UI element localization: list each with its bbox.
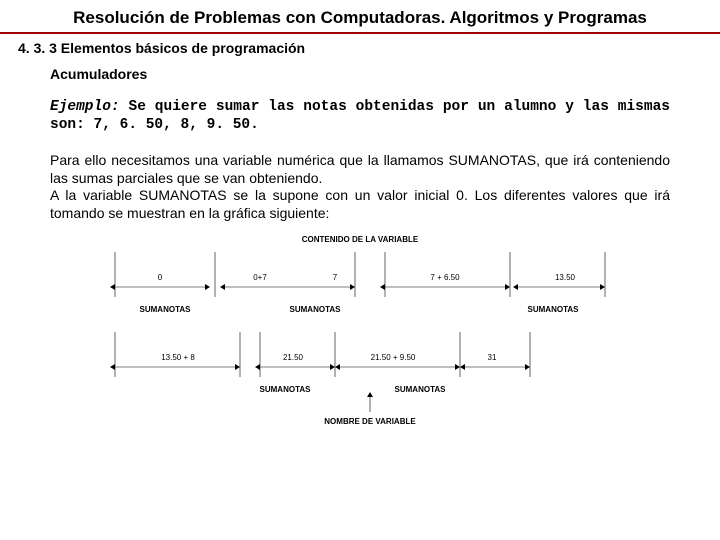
content-area: Acumuladores Ejemplo: Se quiere sumar la… bbox=[0, 62, 720, 442]
r2b-right: 31 bbox=[488, 353, 497, 362]
r2-name2: SUMANOTAS bbox=[395, 385, 447, 394]
r2b-left: 21.50 bbox=[283, 353, 304, 362]
r1-name3: SUMANOTAS bbox=[528, 305, 580, 314]
r2b-mid: 21.50 + 9.50 bbox=[371, 353, 416, 362]
r1-right: 7 bbox=[333, 273, 338, 282]
slide-title: Resolución de Problemas con Computadoras… bbox=[0, 0, 720, 34]
example-text: Se quiere sumar las notas obtenidas por … bbox=[50, 99, 670, 133]
r1-left: 0 bbox=[158, 273, 163, 282]
r1b-mid: 7 + 6.50 bbox=[430, 273, 460, 282]
example-label: Ejemplo: bbox=[50, 99, 120, 115]
example-block: Ejemplo: Se quiere sumar las notas obten… bbox=[50, 98, 670, 134]
r2-name1: SUMANOTAS bbox=[260, 385, 312, 394]
r1-name2: SUMANOTAS bbox=[290, 305, 342, 314]
accumulator-diagram: CONTENIDO DE LA VARIABLE 0 0+7 7 7 + 6.5… bbox=[50, 232, 670, 442]
r1b-right: 13.50 bbox=[555, 273, 576, 282]
r1-mid: 0+7 bbox=[253, 273, 267, 282]
heading-acumuladores: Acumuladores bbox=[50, 66, 670, 82]
diagram-footer: NOMBRE DE VARIABLE bbox=[324, 417, 416, 426]
paragraph-text: Para ello necesitamos una variable numér… bbox=[50, 152, 670, 222]
diagram-header: CONTENIDO DE LA VARIABLE bbox=[302, 235, 419, 244]
section-number: 4. 3. 3 Elementos básicos de programació… bbox=[0, 34, 720, 62]
r2a-mid: 13.50 + 8 bbox=[161, 353, 195, 362]
r1-name1: SUMANOTAS bbox=[140, 305, 192, 314]
